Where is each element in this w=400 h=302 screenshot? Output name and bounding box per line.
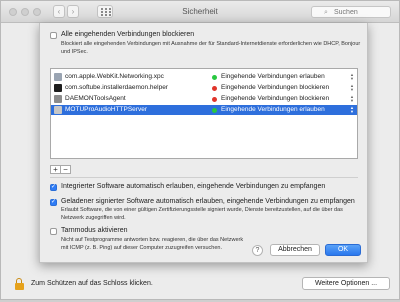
connection-status[interactable]: Eingehende Verbindungen erlauben	[221, 106, 325, 113]
search-input[interactable]	[334, 8, 386, 17]
signed-software-description: Erlaubt Software, die von einer gültigen…	[61, 207, 343, 221]
block-all-description: Blockiert alle eingehenden Verbindungen …	[61, 41, 361, 55]
divider	[50, 177, 358, 178]
app-icon	[54, 73, 62, 81]
app-name: MOTUProAudioHTTPServer	[65, 106, 147, 113]
remove-app-button[interactable]: −	[60, 165, 71, 174]
list-item[interactable]: DAEMONToolsAgent Eingehende Verbindungen…	[51, 94, 357, 104]
help-button[interactable]: ?	[252, 245, 263, 256]
connection-status[interactable]: Eingehende Verbindungen erlauben	[221, 73, 325, 80]
signed-software-label: Geladener signierter Software automatisc…	[61, 198, 355, 205]
app-name: com.softube.installerdaemon.helper	[65, 84, 168, 91]
chevron-updown-icon[interactable]: ▲ ▼	[350, 106, 354, 114]
status-dot	[212, 97, 217, 102]
list-item[interactable]: com.softube.installerdaemon.helper Einge…	[51, 83, 357, 93]
stealth-mode-label: Tarnmodus aktivieren	[61, 227, 128, 234]
search-field[interactable]: ⌕	[311, 6, 391, 18]
block-all-checkbox[interactable]	[50, 32, 57, 39]
lock-status-text: Zum Schützen auf das Schloss klicken.	[31, 280, 153, 287]
app-name: com.apple.WebKit.Networking.xpc	[65, 73, 164, 80]
preferences-window: ‹ › Sicherheit ⌕ Alle eingehenden Verbin…	[0, 0, 400, 300]
app-name: DAEMONToolsAgent	[65, 95, 126, 102]
app-icon	[54, 106, 62, 114]
app-icon	[54, 95, 62, 103]
list-item[interactable]: MOTUProAudioHTTPServer Eingehende Verbin…	[51, 105, 357, 115]
integrated-software-label: Integrierter Software automatisch erlaub…	[61, 183, 326, 190]
connection-status[interactable]: Eingehende Verbindungen blockieren	[221, 95, 329, 102]
status-dot	[212, 108, 217, 113]
title-bar: ‹ › Sicherheit ⌕	[1, 1, 399, 23]
status-dot	[212, 75, 217, 80]
more-options-button[interactable]: Weitere Optionen ...	[302, 277, 390, 290]
chevron-updown-icon[interactable]: ▲ ▼	[350, 95, 354, 103]
integrated-software-checkbox[interactable]: ✓	[50, 184, 57, 191]
ok-button[interactable]: OK	[325, 244, 361, 256]
status-dot	[212, 86, 217, 91]
firewall-options-sheet: Alle eingehenden Verbindungen blockieren…	[39, 23, 368, 263]
chevron-updown-icon[interactable]: ▲ ▼	[350, 73, 354, 81]
lock-icon[interactable]	[15, 278, 25, 290]
block-all-label: Alle eingehenden Verbindungen blockieren	[61, 31, 195, 38]
list-item[interactable]: com.apple.WebKit.Networking.xpc Eingehen…	[51, 72, 357, 82]
app-rules-list[interactable]: com.apple.WebKit.Networking.xpc Eingehen…	[50, 68, 358, 159]
app-icon	[54, 84, 62, 92]
cancel-button[interactable]: Abbrechen	[270, 244, 320, 256]
connection-status[interactable]: Eingehende Verbindungen blockieren	[221, 84, 329, 91]
search-icon: ⌕	[324, 9, 328, 16]
stealth-mode-checkbox[interactable]	[50, 228, 57, 235]
chevron-updown-icon[interactable]: ▲ ▼	[350, 84, 354, 92]
stealth-mode-description: Nicht auf Testprogramme antworten bzw. r…	[61, 237, 244, 251]
signed-software-checkbox[interactable]: ✓	[50, 199, 57, 206]
